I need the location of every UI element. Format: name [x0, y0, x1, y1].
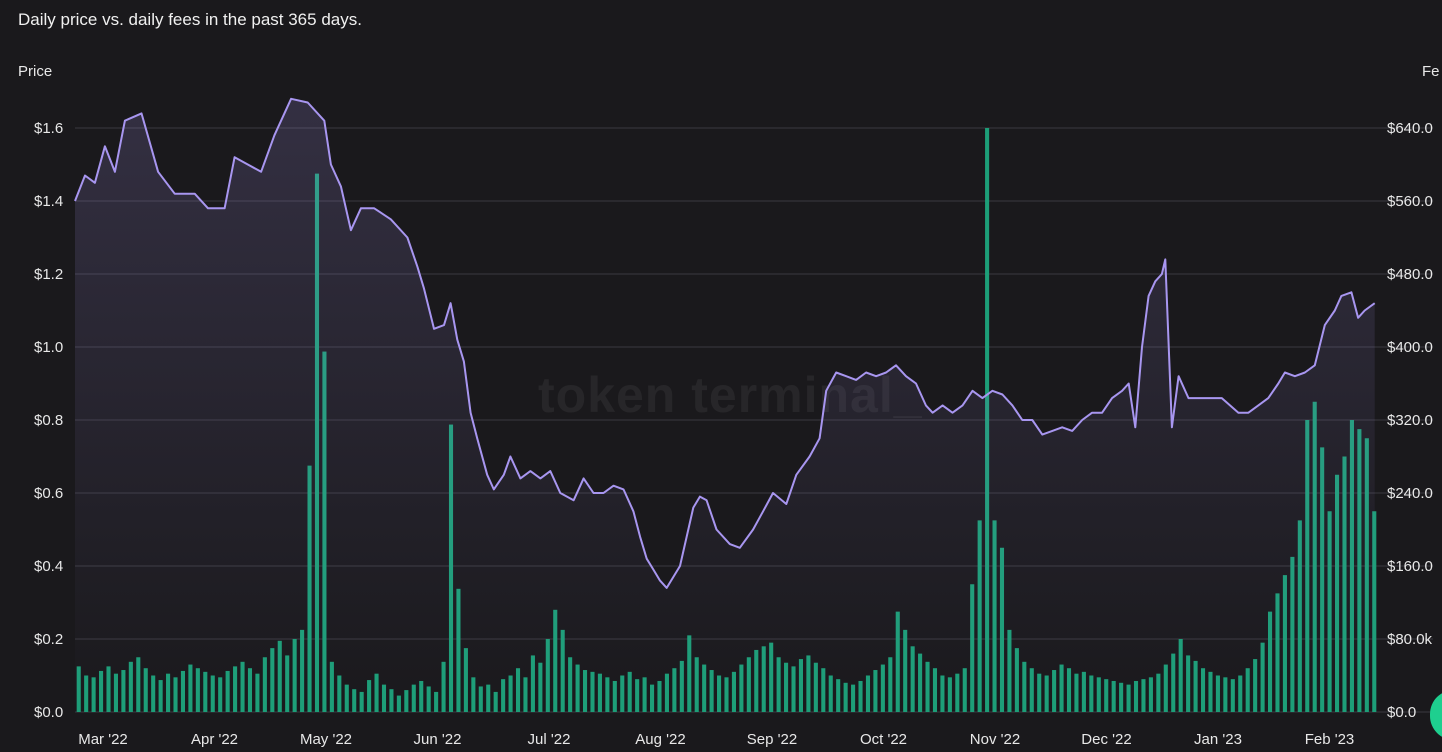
- x-tick-label: Dec '22: [1081, 731, 1131, 748]
- x-tick-label: Feb '23: [1305, 731, 1355, 748]
- price-area: [75, 98, 1375, 713]
- x-tick-label: Sep '22: [747, 731, 797, 748]
- right-tick-label: $240.0: [1387, 485, 1433, 502]
- left-tick-label: $1.2: [34, 266, 63, 283]
- right-tick-label: $320.0: [1387, 412, 1433, 429]
- right-tick-label: $0.0: [1387, 704, 1416, 721]
- right-tick-label: $80.0k: [1387, 631, 1433, 648]
- x-tick-label: Jun '22: [414, 731, 462, 748]
- left-tick-label: $1.0: [34, 339, 63, 356]
- x-tick-label: Aug '22: [635, 731, 685, 748]
- right-tick-label: $160.0: [1387, 558, 1433, 575]
- left-tick-label: $0.4: [34, 558, 63, 575]
- x-tick-label: Jan '23: [1194, 731, 1242, 748]
- chart-svg: $1.6 $640.0 $1.4 $560.0 $1.2 $480.0 $1.0 $400.0…: [34, 97, 1433, 748]
- x-tick-label: Nov '22: [970, 731, 1020, 748]
- left-tick-label: $0.2: [34, 631, 63, 648]
- right-tick-label: $560.0: [1387, 193, 1433, 210]
- x-tick-label: Mar '22: [78, 731, 128, 748]
- chart-root: Daily price vs. daily fees in the past 3…: [0, 0, 1442, 752]
- right-tick-label: $480.0: [1387, 266, 1433, 283]
- left-tick-label: $1.4: [34, 193, 63, 210]
- left-tick-label: $0.6: [34, 485, 63, 502]
- x-tick-label: Oct '22: [860, 731, 907, 748]
- x-tick-label: Apr '22: [191, 731, 238, 748]
- left-tick-label: $0.0: [34, 704, 63, 721]
- x-tick-label: May '22: [300, 731, 352, 748]
- x-tick-label: Jul '22: [528, 731, 571, 748]
- right-tick-label: $640.0: [1387, 120, 1433, 137]
- left-tick-label: $1.6: [34, 120, 63, 137]
- right-tick-label: $400.0: [1387, 339, 1433, 356]
- left-tick-label: $0.8: [34, 412, 63, 429]
